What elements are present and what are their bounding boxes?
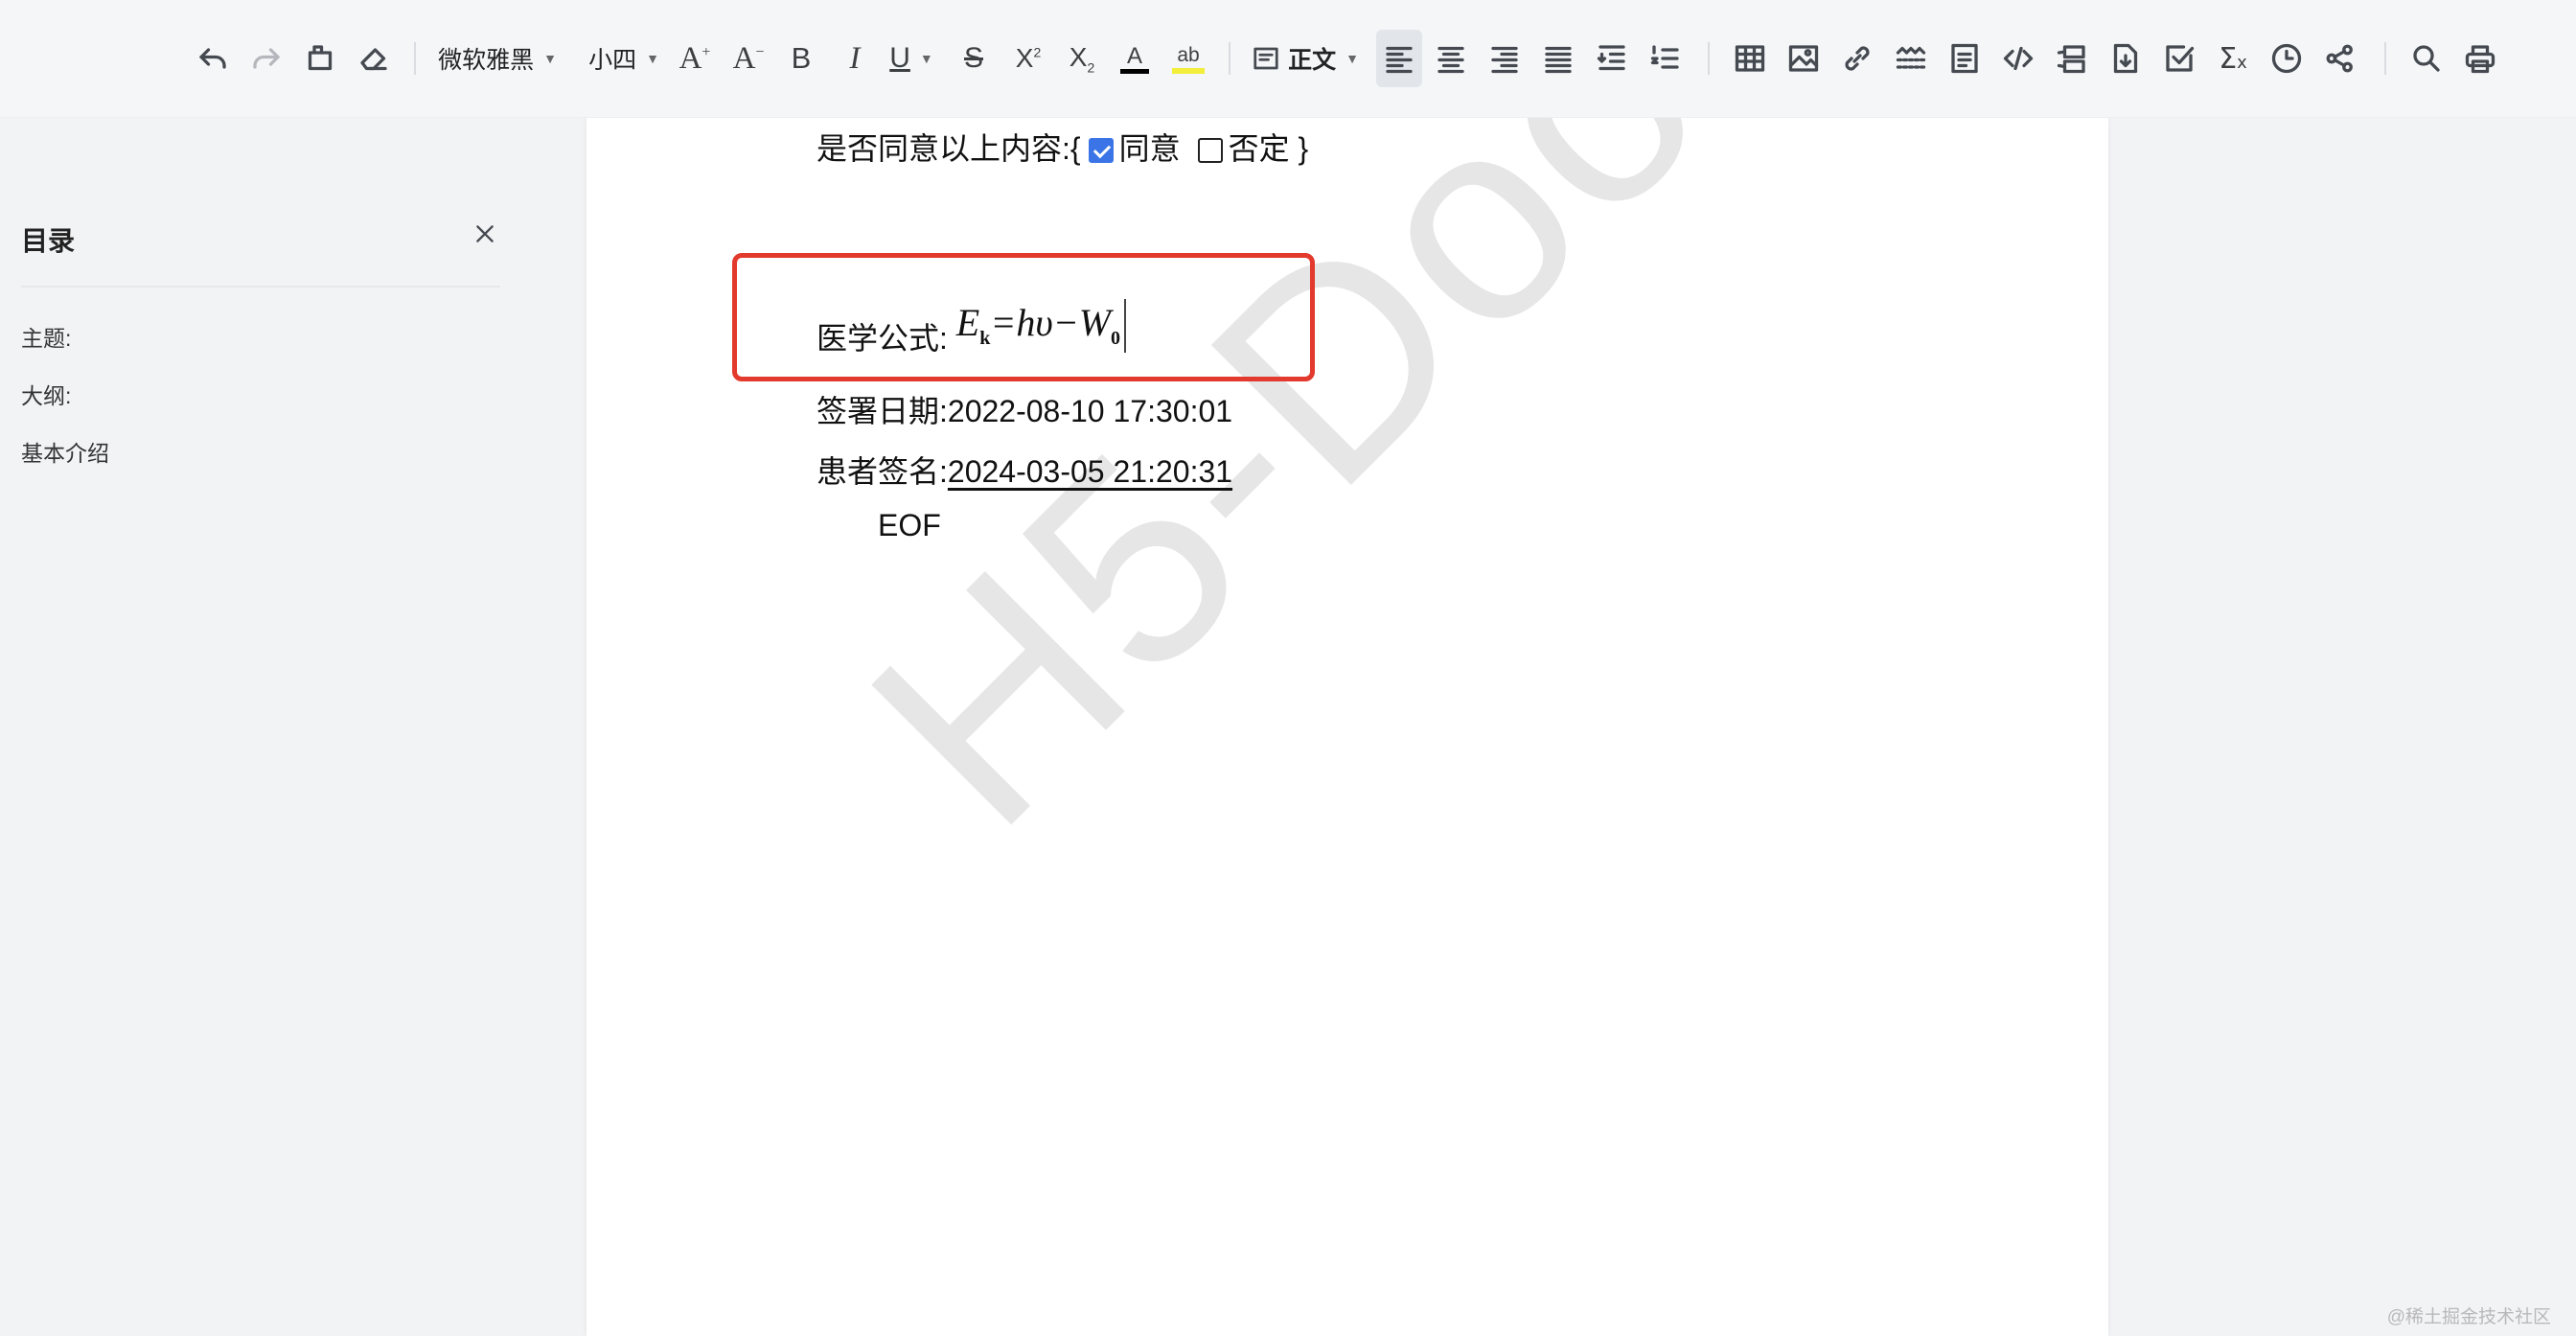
font-family-select[interactable]: 微软雅黑 ▼ xyxy=(431,30,564,87)
formula-body: =hυ−W xyxy=(990,301,1112,344)
font-color-icon[interactable]: A xyxy=(1114,30,1156,87)
redo-icon[interactable] xyxy=(245,30,288,87)
table-icon[interactable] xyxy=(1729,30,1771,87)
more-icon[interactable] xyxy=(2319,30,2361,87)
italic-icon[interactable]: I xyxy=(834,30,876,87)
align-justify-icon[interactable] xyxy=(1537,30,1579,87)
ordered-list-icon[interactable] xyxy=(1644,30,1687,87)
toc-item-intro[interactable]: 基本介绍 xyxy=(21,435,109,468)
formula-sub-zero: 0 xyxy=(1111,328,1121,349)
align-right-icon[interactable] xyxy=(1484,30,1526,87)
date-icon[interactable] xyxy=(2266,30,2308,87)
toolbar-separator xyxy=(414,42,416,75)
toolbar-separator xyxy=(1229,42,1230,75)
sign-date-value[interactable]: 2022-08-10 17:30:01 xyxy=(948,394,1232,428)
consent-line: 是否同意以上内容:{ 同意 否定 } xyxy=(816,125,1308,169)
link-icon[interactable] xyxy=(1836,30,1878,87)
image-icon[interactable] xyxy=(1782,30,1825,87)
subscript-icon[interactable]: X2 xyxy=(1060,30,1104,87)
patient-sign-line: 患者签名:2024-03-05 21:20:31 xyxy=(816,448,1232,492)
separator-icon[interactable] xyxy=(1890,30,1932,87)
search-icon[interactable] xyxy=(2405,30,2448,87)
formula-line: 医学公式: Ek=hυ−W0 xyxy=(816,299,1127,358)
disagree-checkbox[interactable] xyxy=(1197,138,1223,163)
undo-icon[interactable] xyxy=(192,30,234,87)
strikethrough-icon[interactable]: S xyxy=(953,30,995,87)
brace-open: { xyxy=(1070,131,1081,166)
highlight-icon[interactable]: ab xyxy=(1167,30,1209,87)
credit-watermark: @稀土掘金技术社区 xyxy=(2386,1307,2551,1327)
bold-icon[interactable]: B xyxy=(780,30,822,87)
chevron-down-icon: ▼ xyxy=(543,51,557,66)
toolbar-separator xyxy=(1708,42,1710,75)
brace-close: } xyxy=(1298,131,1309,166)
paragraph-icon xyxy=(1254,47,1278,70)
toolbar-separator xyxy=(2384,42,2386,75)
toc-item-outline[interactable]: 大纲: xyxy=(21,378,71,410)
toc-sidebar: 目录 主题: 大纲: 基本介绍 xyxy=(0,117,537,1336)
chevron-down-icon: ▼ xyxy=(919,51,933,66)
font-size-increase-icon[interactable]: A+ xyxy=(673,30,717,87)
formula-icon[interactable]: Σx xyxy=(2212,30,2254,87)
medical-formula[interactable]: Ek=hυ−W0 xyxy=(955,299,1127,353)
font-size-decrease-icon[interactable]: A− xyxy=(726,30,770,87)
control-icon[interactable] xyxy=(2051,30,2093,87)
consent-label: 是否同意以上内容: xyxy=(816,131,1070,166)
file-icon[interactable] xyxy=(2104,30,2147,87)
toc-item-theme[interactable]: 主题: xyxy=(21,320,71,353)
eof-text: EOF xyxy=(878,508,941,542)
agree-label: 同意 xyxy=(1118,131,1181,166)
disagree-label: 否定 xyxy=(1228,131,1290,166)
chevron-down-icon: ▼ xyxy=(1346,51,1359,66)
toc-divider xyxy=(21,286,500,288)
toc-title: 目录 xyxy=(21,226,76,256)
editor-toolbar: 微软雅黑 ▼ 小四 ▼ A+ A− B I U ▼ S X2 X2 A ab 正… xyxy=(0,0,2576,118)
sign-date-line: 签署日期:2022-08-10 17:30:01 xyxy=(816,387,1232,431)
sign-date-label: 签署日期: xyxy=(816,394,948,428)
page-break-icon[interactable] xyxy=(1944,30,1986,87)
paragraph-style-value: 正文 xyxy=(1288,47,1337,74)
format-painter-icon[interactable] xyxy=(299,30,341,87)
patient-sign-value[interactable]: 2024-03-05 21:20:31 xyxy=(948,454,1232,489)
underline-icon[interactable]: U ▼ xyxy=(882,30,941,87)
watermark: H5-Dooring xyxy=(810,117,2108,886)
agree-checkbox[interactable] xyxy=(1088,138,1114,163)
superscript-icon[interactable]: X2 xyxy=(1006,30,1050,87)
close-icon[interactable] xyxy=(464,213,506,255)
print-icon[interactable] xyxy=(2459,30,2501,87)
text-cursor xyxy=(1124,299,1127,353)
font-family-value: 微软雅黑 xyxy=(438,47,535,74)
patient-sign-label: 患者签名: xyxy=(816,454,948,489)
align-center-icon[interactable] xyxy=(1430,30,1472,87)
checkbox-icon[interactable] xyxy=(2158,30,2200,87)
chevron-down-icon: ▼ xyxy=(646,51,659,66)
code-icon[interactable] xyxy=(1997,30,2039,87)
document-page[interactable]: H5-Dooring 是否同意以上内容:{ 同意 否定 } 医学公式: Ek=hυ−… xyxy=(586,117,2108,1336)
indent-icon[interactable] xyxy=(1591,30,1633,87)
formula-label: 医学公式: xyxy=(816,321,948,356)
align-left-icon[interactable] xyxy=(1376,30,1422,87)
formula-sub-k: k xyxy=(979,328,991,349)
paragraph-style-select[interactable]: 正文 ▼ xyxy=(1244,30,1367,87)
font-size-value: 小四 xyxy=(588,47,637,74)
font-size-select[interactable]: 小四 ▼ xyxy=(586,30,661,87)
formula-e: E xyxy=(955,301,980,344)
eraser-icon[interactable] xyxy=(353,30,395,87)
